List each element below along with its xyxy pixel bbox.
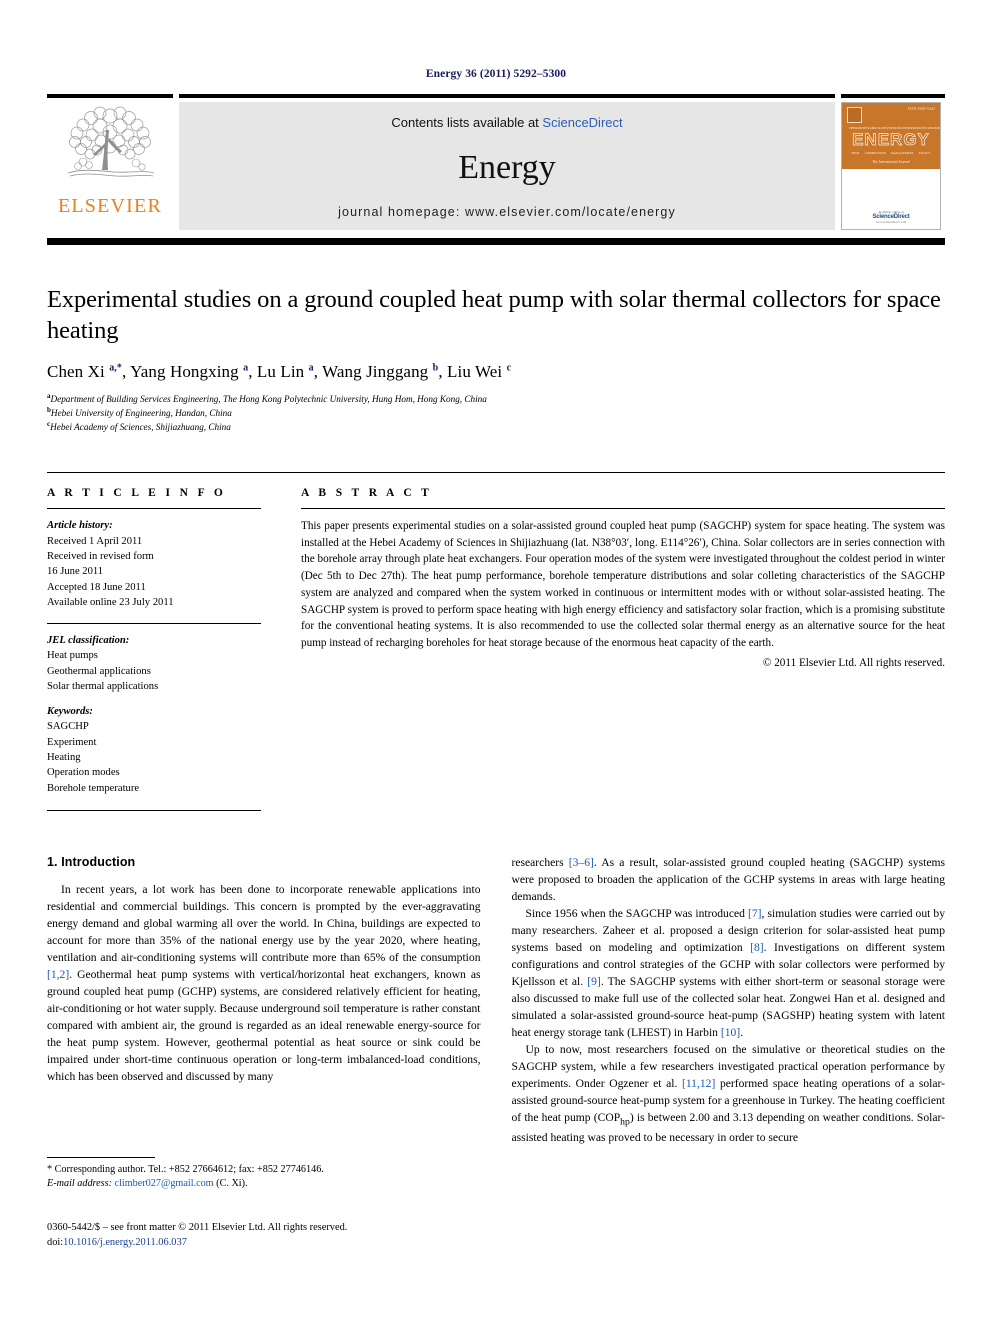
- front-matter-line: 0360-5442/$ – see front matter © 2011 El…: [47, 1222, 348, 1233]
- intro-paragraph-2: researchers [3–6]. As a result, solar-as…: [512, 855, 946, 906]
- contents-available-line: Contents lists available at ScienceDirec…: [391, 115, 622, 130]
- affiliation-list: aDepartment of Building Services Enginee…: [47, 392, 945, 434]
- intro-paragraph-4: Up to now, most researchers focused on t…: [512, 1042, 946, 1146]
- page-title: Experimental studies on a ground coupled…: [47, 286, 941, 344]
- masthead-bottom-rule: [47, 238, 945, 245]
- jel-classification-group: JEL classification: Heat pumps Geotherma…: [47, 633, 261, 797]
- email-note: E-mail address: climber027@gmail.com (C.…: [47, 1177, 471, 1191]
- sciencedirect-link[interactable]: ScienceDirect: [542, 115, 622, 130]
- citation-ref[interactable]: [3–6]: [569, 856, 594, 869]
- author-list: Chen Xi a,*, Yang Hongxing a, Lu Lin a, …: [47, 361, 512, 381]
- cover-subtitle: The International Journal: [872, 160, 910, 164]
- info-bottom-divider: [47, 810, 261, 812]
- running-head: Energy 36 (2011) 5292–5300: [425, 68, 567, 80]
- cover-url: www.sciencedirect.com: [875, 220, 907, 224]
- journal-homepage-link[interactable]: journal homepage: www.elsevier.com/locat…: [338, 205, 676, 219]
- abstract-heading: A B S T R A C T: [301, 487, 433, 500]
- intro-text-a: In recent years, a lot work has been don…: [47, 883, 481, 965]
- history-item: Accepted 18 June 2011: [47, 581, 146, 593]
- body-column-right: researchers [3–6]. As a result, solar-as…: [512, 855, 946, 1146]
- affiliation-text: Department of Building Services Engineer…: [50, 393, 487, 404]
- cover-keywords-bottom: HEAT COMBUSTION MANAGEMENT POLICY: [847, 151, 935, 155]
- cover-keyword: COMBUSTION: [864, 151, 886, 155]
- article-history-label: Article history:: [47, 520, 113, 532]
- article-info-column: A R T I C L E I N F O Article history: R…: [47, 487, 283, 812]
- history-item: 16 June 2011: [47, 566, 104, 578]
- citation-ref[interactable]: [7]: [748, 907, 762, 920]
- cover-keyword: POLICY: [918, 151, 931, 155]
- intro-r1-a: researchers: [511, 856, 569, 870]
- keyword-item: SAGCHP: [47, 721, 89, 733]
- elsevier-tree-icon: [67, 106, 155, 177]
- journal-cover-block: ISSN 0360-5442 THERMODYNAMICS CONVERSION…: [841, 94, 945, 231]
- citation-ref[interactable]: [11,12]: [682, 1077, 715, 1090]
- elsevier-wordmark: ELSEVIER: [57, 195, 163, 217]
- jel-label: JEL classification:: [47, 634, 130, 646]
- cop-subscript: hp: [620, 1116, 630, 1128]
- keyword-item: Borehole temperature: [47, 782, 140, 794]
- abstract-copyright: © 2011 Elsevier Ltd. All rights reserved…: [762, 656, 945, 669]
- journal-title: Energy: [458, 148, 556, 186]
- citation-ref[interactable]: [9]: [587, 975, 601, 988]
- imprint-block: 0360-5442/$ – see front matter © 2011 El…: [47, 1221, 477, 1251]
- body-column-left: 1. Introduction In recent years, a lot w…: [47, 855, 481, 1146]
- affiliation-text: Hebei University of Engineering, Handan,…: [50, 407, 232, 418]
- doi-link[interactable]: 10.1016/j.energy.2011.06.037: [63, 1237, 187, 1248]
- history-item: Available online 23 July 2011: [47, 597, 174, 609]
- title-block: Experimental studies on a ground coupled…: [47, 285, 945, 434]
- info-mid-divider: [47, 622, 261, 624]
- article-info-heading: A R T I C L E I N F O: [47, 487, 227, 500]
- jel-item: Geothermal applications: [47, 665, 151, 677]
- abstract-top-divider: [301, 508, 945, 510]
- affiliation-item: aDepartment of Building Services Enginee…: [47, 392, 945, 406]
- intro-paragraph-1: In recent years, a lot work has been don…: [47, 882, 481, 1086]
- cover-keyword: MANAGEMENT: [890, 151, 914, 155]
- citation-ref[interactable]: [10]: [721, 1026, 740, 1039]
- keyword-item: Operation modes: [47, 767, 120, 779]
- cover-issn: ISSN 0360-5442: [907, 107, 935, 111]
- doi-label: doi:: [47, 1236, 64, 1248]
- body-columns: 1. Introduction In recent years, a lot w…: [47, 855, 945, 1146]
- footnote-rule: [47, 1157, 155, 1158]
- journal-masthead: ELSEVIER Contents lists available at Sci…: [47, 94, 945, 231]
- info-abstract-section: A R T I C L E I N F O Article history: R…: [47, 472, 945, 812]
- citation-ref[interactable]: [8]: [750, 941, 764, 954]
- keywords-label: Keywords:: [47, 705, 93, 717]
- section-heading-introduction: 1. Introduction: [47, 855, 136, 870]
- abstract-column: A B S T R A C T This paper presents expe…: [283, 487, 945, 811]
- journal-cover-thumbnail: ISSN 0360-5442 THERMODYNAMICS CONVERSION…: [841, 102, 943, 230]
- publisher-logo-block: ELSEVIER: [47, 94, 173, 231]
- intro-r2-e: .: [740, 1026, 744, 1040]
- email-label: E-mail address:: [47, 1178, 112, 1190]
- doi-line: doi:10.1016/j.energy.2011.06.037: [47, 1236, 477, 1251]
- info-top-divider: [47, 508, 261, 510]
- cover-keyword: HEAT: [851, 151, 860, 155]
- jel-item: Heat pumps: [47, 650, 98, 662]
- citation-ref[interactable]: [1,2]: [47, 968, 69, 981]
- affiliation-item: cHebei Academy of Sciences, Shijiazhuang…: [47, 420, 945, 434]
- jel-item: Solar thermal applications: [47, 681, 159, 693]
- intro-r2-a: Since 1956 when the SAGCHP was introduce…: [525, 907, 748, 921]
- cover-badge-icon: [847, 107, 862, 123]
- intro-paragraph-3: Since 1956 when the SAGCHP was introduce…: [512, 906, 946, 1042]
- article-history-group: Article history: Received 1 April 2011 R…: [47, 518, 261, 611]
- history-item: Received in revised form: [47, 551, 154, 562]
- abstract-text: This paper presents experimental studies…: [301, 520, 945, 649]
- corresponding-author-note: * Corresponding author. Tel.: +852 27664…: [47, 1164, 324, 1175]
- affiliation-item: bHebei University of Engineering, Handan…: [47, 406, 945, 420]
- cover-title: ENERGY: [852, 130, 930, 149]
- email-owner: (C. Xi).: [216, 1178, 248, 1190]
- contents-prefix-label: Contents lists available at: [391, 115, 539, 130]
- email-link[interactable]: climber027@gmail.com: [115, 1178, 214, 1189]
- intro-text-b: . Geothermal heat pump systems with vert…: [47, 968, 481, 1084]
- history-item: Received 1 April 2011: [47, 535, 143, 547]
- keyword-item: Experiment: [47, 736, 97, 748]
- footnote-block: * Corresponding author. Tel.: +852 27664…: [47, 1157, 471, 1192]
- journal-banner: Contents lists available at ScienceDirec…: [179, 94, 835, 231]
- affiliation-text: Hebei Academy of Sciences, Shijiazhuang,…: [50, 422, 231, 433]
- keyword-item: Heating: [47, 751, 81, 763]
- paper-page: Energy 36 (2011) 5292–5300 ELSEVIER Cont…: [0, 0, 992, 1323]
